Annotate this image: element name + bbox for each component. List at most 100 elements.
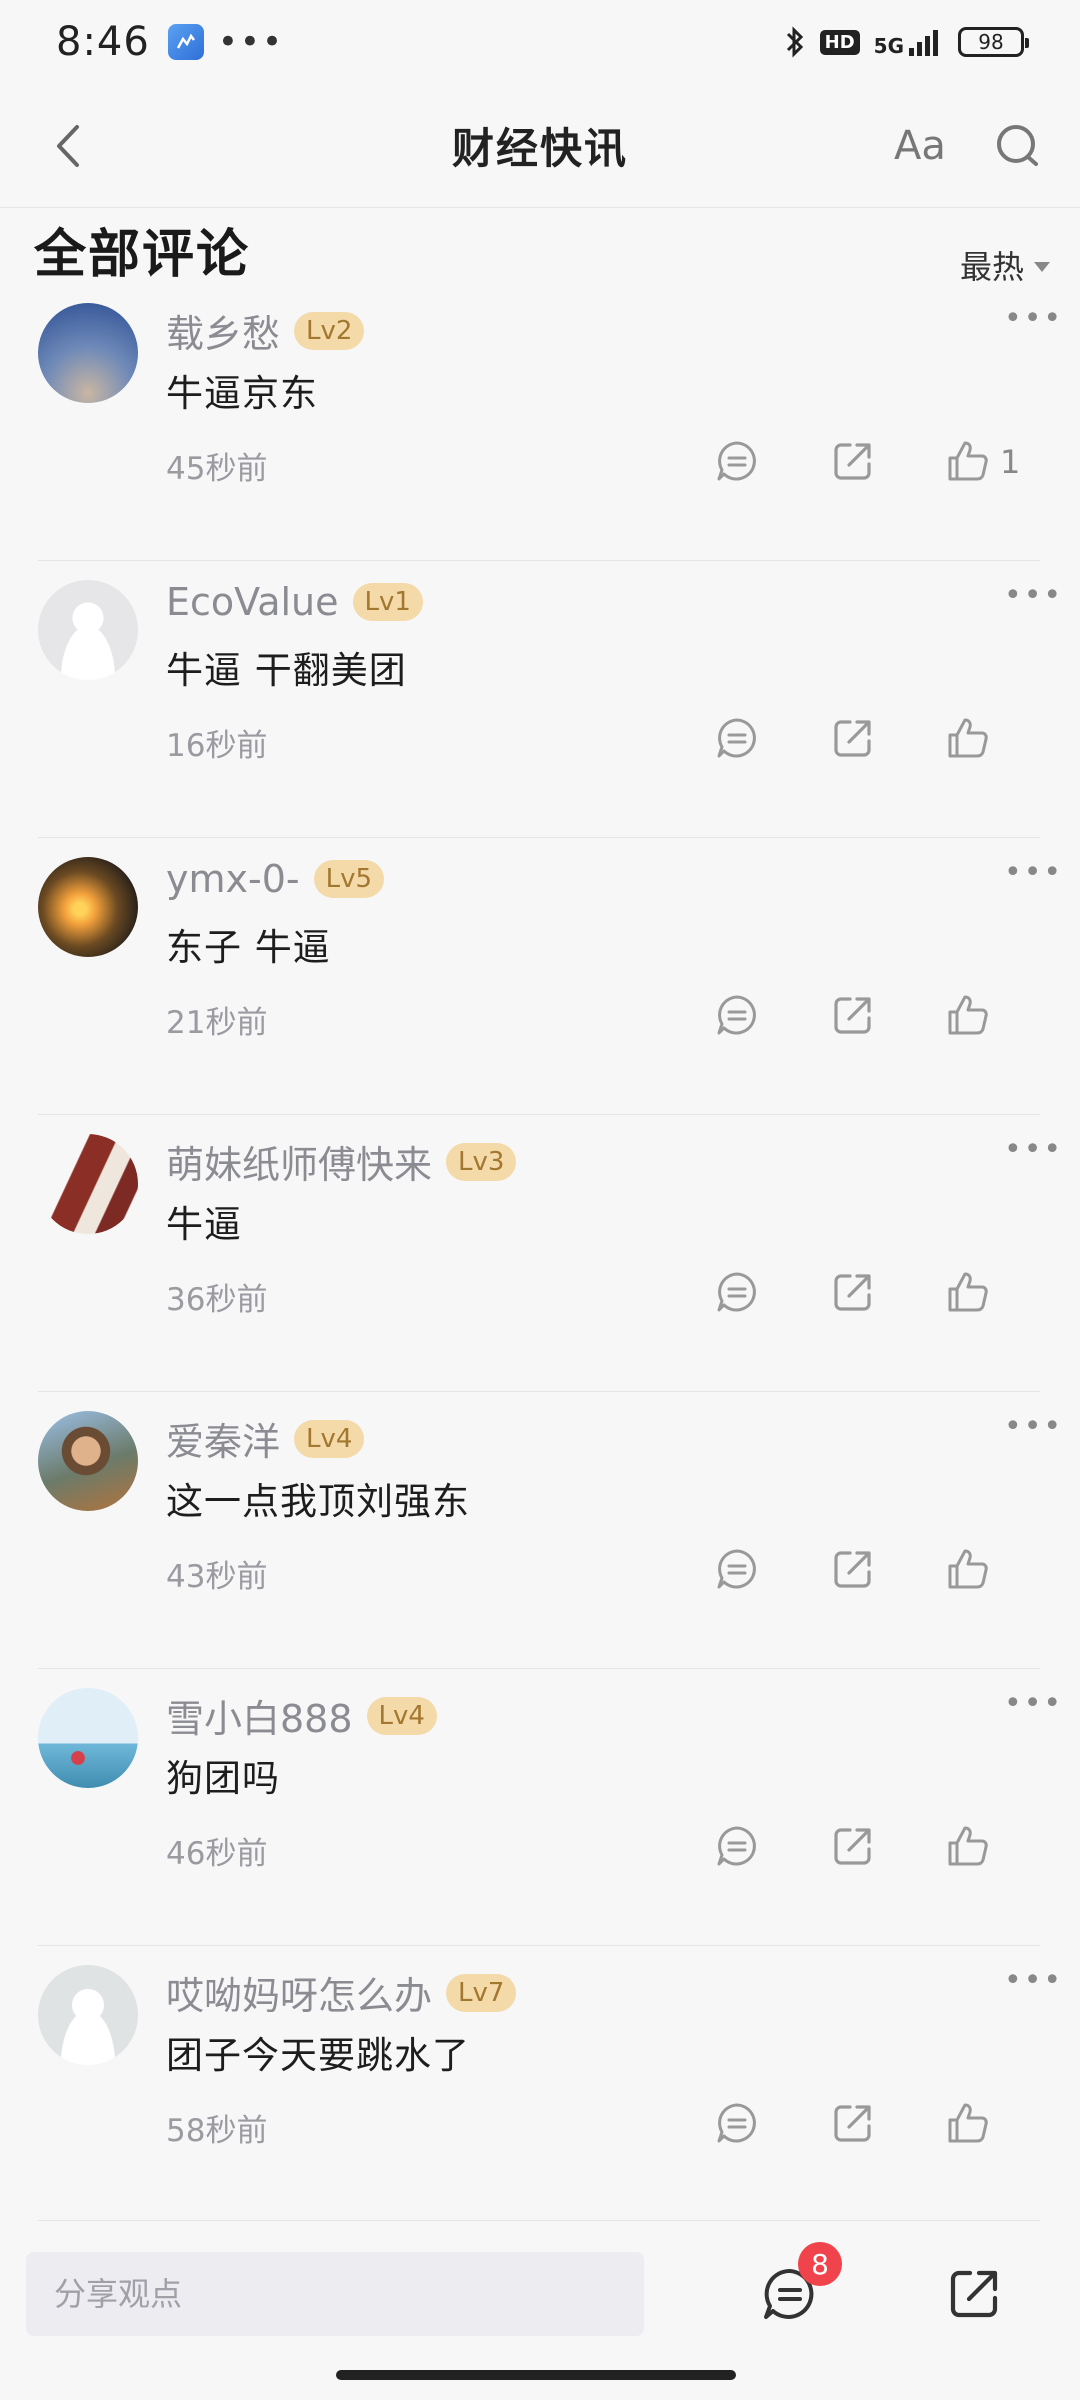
username-text: 雪小白888: [166, 1697, 353, 1741]
avatar[interactable]: [38, 1134, 138, 1234]
more-button[interactable]: •••: [1004, 578, 1063, 613]
thumbs-up-icon: [948, 995, 988, 1035]
share-button[interactable]: [825, 433, 881, 489]
share-button[interactable]: [825, 987, 881, 1043]
reply-button[interactable]: [709, 433, 765, 489]
like-button[interactable]: [940, 433, 996, 489]
share-opinion-input[interactable]: 分享观点: [26, 2252, 644, 2336]
reply-button[interactable]: [709, 1818, 765, 1874]
comment-time: 43秒前: [166, 1559, 268, 1595]
comment-item: 载乡愁 Lv2 ••• 牛逼京东 45秒前 1: [0, 283, 1080, 560]
comment-time: 36秒前: [166, 1282, 268, 1318]
share-icon: [834, 443, 871, 480]
share-icon: [834, 720, 871, 757]
more-button[interactable]: •••: [1004, 1686, 1063, 1721]
level-badge: Lv1: [352, 583, 423, 621]
avatar[interactable]: [38, 1688, 138, 1788]
more-notifications-icon: •••: [217, 22, 284, 62]
more-button[interactable]: •••: [1004, 1132, 1063, 1167]
comment-item: EcoValue Lv1 ••• 牛逼 干翻美团 16秒前: [0, 560, 1080, 837]
comment-item: 爱秦洋 Lv4 ••• 这一点我顶刘强东 43秒前: [0, 1391, 1080, 1668]
comment-item: ymx-0- Lv5 ••• 东子 牛逼 21秒前: [0, 837, 1080, 1114]
level-badge: Lv4: [366, 1696, 437, 1735]
like-button[interactable]: [940, 1264, 996, 1320]
level-badge: Lv2: [294, 311, 365, 350]
like-button[interactable]: [940, 710, 996, 766]
sort-label: 最热: [960, 248, 1025, 286]
comment-icon: [717, 441, 756, 481]
username[interactable]: 雪小白888 Lv4: [166, 1688, 437, 1743]
thumbs-up-icon: [948, 718, 988, 758]
like-button[interactable]: [940, 1818, 996, 1874]
username-text: EcoValue: [166, 580, 339, 624]
avatar[interactable]: [38, 303, 138, 403]
divider: [38, 1668, 1040, 1669]
avatar[interactable]: [38, 580, 138, 680]
username[interactable]: 萌妹纸师傅快来 Lv3: [166, 1134, 517, 1189]
comment-item: 雪小白888 Lv4 ••• 狗团吗 46秒前: [0, 1668, 1080, 1945]
username-text: 哎呦妈呀怎么办: [166, 1974, 433, 2018]
comment-text: 这一点我顶刘强东: [166, 1480, 470, 1523]
share-button[interactable]: [825, 710, 881, 766]
username-text: ymx-0-: [166, 857, 300, 901]
like-count: 1: [1000, 443, 1021, 481]
comment-text: 牛逼京东: [166, 372, 318, 415]
more-button[interactable]: •••: [1004, 301, 1063, 336]
more-button[interactable]: •••: [1004, 1409, 1063, 1444]
reply-button[interactable]: [709, 1264, 765, 1320]
hd-icon: HD: [819, 29, 860, 55]
comment-icon: [717, 2103, 756, 2143]
share-icon: [834, 1828, 871, 1865]
username[interactable]: 哎呦妈呀怎么办 Lv7: [166, 1965, 517, 2020]
share-button[interactable]: [825, 1541, 881, 1597]
reply-button[interactable]: [709, 987, 765, 1043]
comment-text: 牛逼: [166, 1203, 242, 1246]
level-badge: Lv3: [446, 1142, 517, 1181]
level-badge: Lv5: [313, 860, 385, 898]
page-title: 财经快讯: [451, 124, 628, 173]
avatar[interactable]: [38, 1965, 138, 2065]
comment-icon: [717, 995, 756, 1035]
divider: [38, 1945, 1040, 1946]
share-button[interactable]: [825, 1818, 881, 1874]
like-button[interactable]: [940, 2095, 996, 2151]
reply-button[interactable]: [709, 2095, 765, 2151]
more-button[interactable]: •••: [1004, 1963, 1063, 1998]
thumbs-up-icon: [948, 1826, 988, 1866]
level-badge: Lv7: [446, 1973, 517, 2012]
chevron-left-icon: [57, 125, 79, 167]
divider: [38, 2220, 1040, 2221]
username[interactable]: EcoValue Lv1: [166, 580, 423, 624]
username-text: 萌妹纸师傅快来: [166, 1143, 433, 1187]
more-button[interactable]: •••: [1004, 855, 1063, 890]
like-button[interactable]: [940, 987, 996, 1043]
search-icon: [997, 125, 1038, 166]
sort-dropdown[interactable]: 最热: [960, 242, 1051, 288]
share-button[interactable]: [940, 2260, 1008, 2328]
username[interactable]: 爱秦洋 Lv4: [166, 1411, 365, 1466]
username[interactable]: ymx-0- Lv5: [166, 857, 385, 901]
username[interactable]: 载乡愁 Lv2: [166, 303, 365, 358]
divider: [38, 1391, 1040, 1392]
comment-text: 团子今天要跳水了: [166, 2034, 470, 2077]
share-button[interactable]: [825, 1264, 881, 1320]
share-button[interactable]: [825, 2095, 881, 2151]
comment-time: 21秒前: [166, 1005, 268, 1041]
bluetooth-icon: [786, 26, 803, 58]
comment-text: 牛逼 干翻美团: [166, 649, 407, 692]
thumbs-up-icon: [948, 1272, 988, 1312]
username-text: 载乡愁: [166, 312, 281, 356]
like-button[interactable]: [940, 1541, 996, 1597]
search-button[interactable]: [988, 116, 1048, 176]
back-button[interactable]: [40, 118, 96, 174]
reply-button[interactable]: [709, 1541, 765, 1597]
avatar[interactable]: [38, 1411, 138, 1511]
avatar[interactable]: [38, 857, 138, 957]
font-size-button[interactable]: Aa: [894, 118, 946, 174]
divider: [38, 837, 1040, 838]
thumbs-up-icon: [948, 1549, 988, 1589]
reply-button[interactable]: [709, 710, 765, 766]
comment-count-badge: 8: [798, 2242, 842, 2286]
comment-time: 16秒前: [166, 728, 268, 764]
comment-item: 哎呦妈呀怎么办 Lv7 ••• 团子今天要跳水了 58秒前: [0, 1945, 1080, 2222]
